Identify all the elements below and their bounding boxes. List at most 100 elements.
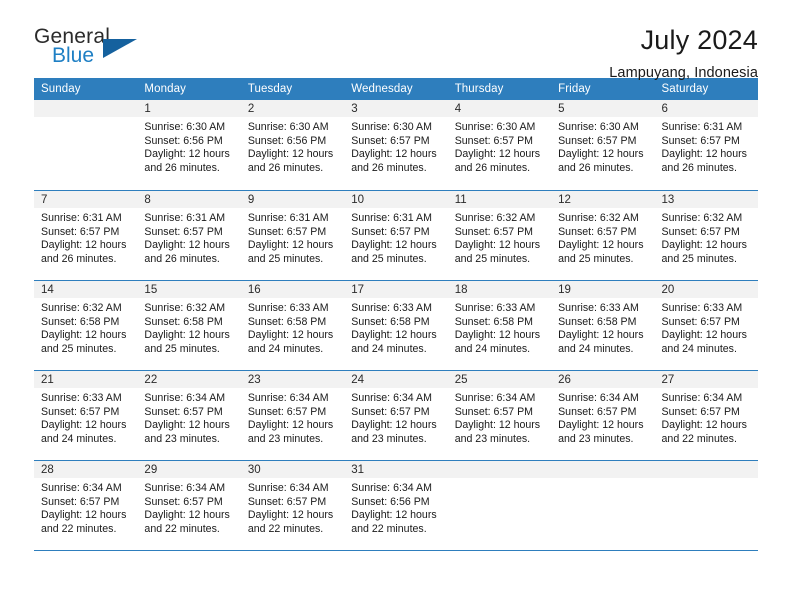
calendar-day-cell[interactable]: 10 Sunrise: 6:31 AM Sunset: 6:57 PM Dayligh… <box>344 190 448 280</box>
calendar-day-cell[interactable]: 3 Sunrise: 6:30 AM Sunset: 6:57 PM Daylight… <box>344 100 448 190</box>
day-sun-info: Sunrise: 6:33 AM Sunset: 6:57 PM Daylight:… <box>655 298 758 356</box>
day-cell-content: 23 Sunrise: 6:34 AM Sunset: 6:57 PM Dayligh… <box>240 370 345 460</box>
sunset-time: Sunset: 6:57 PM <box>247 405 327 418</box>
sunrise-time: Sunrise: 6:34 AM <box>247 482 329 494</box>
day-number: 29 <box>137 461 241 478</box>
calendar-day-cell[interactable]: 8 Sunrise: 6:31 AM Sunset: 6:57 PM Daylight… <box>137 190 241 280</box>
calendar-day-cell[interactable]: 16 Sunrise: 6:33 AM Sunset: 6:58 PM Dayligh… <box>240 280 345 370</box>
sunset-time: Sunset: 6:57 PM <box>454 225 534 238</box>
day-sun-info: Sunrise: 6:34 AM Sunset: 6:57 PM Daylight:… <box>137 478 240 536</box>
daylight-duration-line1: Daylight: 12 hours <box>351 419 437 432</box>
daylight-duration-line1: Daylight: 12 hours <box>558 419 644 432</box>
day-sun-info: Sunrise: 6:34 AM Sunset: 6:57 PM Daylight:… <box>344 388 447 446</box>
day-number: 24 <box>344 371 448 388</box>
sunrise-time: Sunrise: 6:33 AM <box>661 302 743 314</box>
calendar-week-row: 28 Sunrise: 6:34 AM Sunset: 6:57 PM Dayligh… <box>34 460 758 550</box>
daylight-duration-line1: Daylight: 12 hours <box>144 148 230 161</box>
day-number: 1 <box>137 100 241 117</box>
daylight-duration-line1: Daylight: 12 hours <box>558 329 644 342</box>
sunset-time: Sunset: 6:57 PM <box>351 405 430 418</box>
sunrise-time: Sunrise: 6:31 AM <box>351 212 432 224</box>
day-sun-info: Sunrise: 6:33 AM Sunset: 6:57 PM Daylight:… <box>34 388 137 446</box>
title-block: July 2024 Lampuyang, Indonesia <box>609 25 758 81</box>
calendar-day-cell[interactable]: 25 Sunrise: 6:34 AM Sunset: 6:57 PM Dayligh… <box>447 370 552 460</box>
general-blue-logo[interactable]: General Blue <box>34 26 139 74</box>
day-cell-content: 24 Sunrise: 6:34 AM Sunset: 6:57 PM Dayligh… <box>344 370 448 460</box>
day-number: 6 <box>654 100 758 117</box>
day-cell-content: 3 Sunrise: 6:30 AM Sunset: 6:57 PM Daylight… <box>344 100 448 190</box>
calendar-day-cell[interactable]: 5 Sunrise: 6:30 AM Sunset: 6:57 PM Daylight… <box>551 100 655 190</box>
day-number: 7 <box>34 191 138 208</box>
calendar-day-cell[interactable]: 31 Sunrise: 6:34 AM Sunset: 6:56 PM Dayligh… <box>344 460 448 550</box>
calendar-day-cell[interactable]: 18 Sunrise: 6:33 AM Sunset: 6:58 PM Dayligh… <box>447 280 552 370</box>
day-cell-content: 13 Sunrise: 6:32 AM Sunset: 6:57 PM Dayligh… <box>654 190 758 280</box>
day-cell-content: 19 Sunrise: 6:33 AM Sunset: 6:58 PM Dayligh… <box>551 280 655 370</box>
sunrise-time: Sunrise: 6:31 AM <box>144 212 226 224</box>
calendar-day-cell[interactable]: 12 Sunrise: 6:32 AM Sunset: 6:57 PM Dayligh… <box>551 190 655 280</box>
calendar-day-cell[interactable]: 17 Sunrise: 6:33 AM Sunset: 6:58 PM Dayligh… <box>344 280 448 370</box>
calendar-day-cell[interactable]: 22 Sunrise: 6:34 AM Sunset: 6:57 PM Dayligh… <box>137 370 241 460</box>
day-number: 15 <box>137 281 241 298</box>
daylight-duration-line2: and 25 minutes. <box>661 252 737 265</box>
sunset-time: Sunset: 6:57 PM <box>454 405 534 418</box>
day-sun-info: Sunrise: 6:34 AM Sunset: 6:57 PM Daylight:… <box>241 388 344 446</box>
calendar-day-cell[interactable]: 2 Sunrise: 6:30 AM Sunset: 6:56 PM Daylight… <box>240 100 345 190</box>
day-number: 26 <box>551 371 655 388</box>
sunrise-time: Sunrise: 6:30 AM <box>454 121 536 133</box>
calendar-day-cell[interactable]: 24 Sunrise: 6:34 AM Sunset: 6:57 PM Dayligh… <box>344 370 448 460</box>
sunset-time: Sunset: 6:57 PM <box>41 495 120 508</box>
day-cell-content: 18 Sunrise: 6:33 AM Sunset: 6:58 PM Dayligh… <box>447 280 552 370</box>
calendar-week-row: 1 Sunrise: 6:30 AM Sunset: 6:56 PM Daylight… <box>34 100 758 190</box>
sunset-time: Sunset: 6:57 PM <box>41 405 120 418</box>
sunrise-time: Sunrise: 6:34 AM <box>247 392 329 404</box>
calendar-day-cell[interactable]: 14 Sunrise: 6:32 AM Sunset: 6:58 PM Dayligh… <box>34 280 138 370</box>
location-subtitle: Lampuyang, Indonesia <box>609 64 758 81</box>
calendar-day-cell[interactable]: 23 Sunrise: 6:34 AM Sunset: 6:57 PM Dayligh… <box>240 370 345 460</box>
calendar-day-cell[interactable]: 1 Sunrise: 6:30 AM Sunset: 6:56 PM Daylight… <box>137 100 241 190</box>
calendar-day-cell[interactable]: 20 Sunrise: 6:33 AM Sunset: 6:57 PM Dayligh… <box>654 280 758 370</box>
sunset-time: Sunset: 6:58 PM <box>558 315 637 328</box>
calendar-day-cell <box>551 460 655 550</box>
calendar-day-cell[interactable]: 9 Sunrise: 6:31 AM Sunset: 6:57 PM Daylight… <box>240 190 345 280</box>
calendar-day-cell[interactable]: 29 Sunrise: 6:34 AM Sunset: 6:57 PM Dayligh… <box>137 460 241 550</box>
daylight-duration-line1: Daylight: 12 hours <box>661 239 747 252</box>
sunrise-time: Sunrise: 6:34 AM <box>661 392 743 404</box>
calendar-day-cell[interactable]: 19 Sunrise: 6:33 AM Sunset: 6:58 PM Dayligh… <box>551 280 655 370</box>
calendar-day-cell[interactable]: 11 Sunrise: 6:32 AM Sunset: 6:57 PM Dayligh… <box>447 190 552 280</box>
day-sun-info: Sunrise: 6:31 AM Sunset: 6:57 PM Daylight:… <box>344 208 447 266</box>
calendar-day-cell[interactable]: 30 Sunrise: 6:34 AM Sunset: 6:57 PM Dayligh… <box>240 460 345 550</box>
calendar-day-cell <box>654 460 758 550</box>
sunset-time: Sunset: 6:57 PM <box>41 225 120 238</box>
daylight-duration-line2: and 22 minutes. <box>41 522 117 535</box>
day-sun-info: Sunrise: 6:34 AM Sunset: 6:57 PM Daylight:… <box>655 388 758 446</box>
day-number: 13 <box>654 191 758 208</box>
calendar-day-cell[interactable]: 7 Sunrise: 6:31 AM Sunset: 6:57 PM Daylight… <box>34 190 138 280</box>
day-cell-content: 28 Sunrise: 6:34 AM Sunset: 6:57 PM Dayligh… <box>34 460 138 550</box>
day-number: 30 <box>240 461 345 478</box>
page-header: General Blue July 2024 Lampuyang, Indone… <box>0 0 792 81</box>
daylight-duration-line2: and 23 minutes. <box>558 432 634 445</box>
weekday-header-wednesday: Wednesday <box>344 78 448 100</box>
calendar-day-cell[interactable]: 27 Sunrise: 6:34 AM Sunset: 6:57 PM Dayligh… <box>654 370 758 460</box>
sunrise-time: Sunrise: 6:32 AM <box>144 302 226 314</box>
sunrise-time: Sunrise: 6:30 AM <box>351 121 432 133</box>
calendar-day-cell[interactable]: 28 Sunrise: 6:34 AM Sunset: 6:57 PM Dayligh… <box>34 460 138 550</box>
daylight-duration-line1: Daylight: 12 hours <box>144 509 230 522</box>
daylight-duration-line1: Daylight: 12 hours <box>454 239 541 252</box>
day-sun-info: Sunrise: 6:30 AM Sunset: 6:56 PM Daylight:… <box>241 117 344 175</box>
calendar-day-cell[interactable]: 26 Sunrise: 6:34 AM Sunset: 6:57 PM Dayligh… <box>551 370 655 460</box>
day-number: 19 <box>551 281 655 298</box>
weekday-header-sunday: Sunday <box>34 78 138 100</box>
daylight-duration-line1: Daylight: 12 hours <box>454 329 541 342</box>
day-number: 12 <box>551 191 655 208</box>
triangle-logo-icon <box>103 39 137 58</box>
calendar-day-cell[interactable]: 13 Sunrise: 6:32 AM Sunset: 6:57 PM Dayligh… <box>654 190 758 280</box>
calendar-day-cell[interactable]: 6 Sunrise: 6:31 AM Sunset: 6:57 PM Daylight… <box>654 100 758 190</box>
day-number: 20 <box>654 281 758 298</box>
calendar-day-cell[interactable]: 21 Sunrise: 6:33 AM Sunset: 6:57 PM Dayligh… <box>34 370 138 460</box>
sunset-time: Sunset: 6:56 PM <box>351 495 430 508</box>
calendar-day-cell[interactable]: 4 Sunrise: 6:30 AM Sunset: 6:57 PM Daylight… <box>447 100 552 190</box>
page-title: July 2024 <box>640 25 758 55</box>
calendar-day-cell[interactable]: 15 Sunrise: 6:32 AM Sunset: 6:58 PM Dayligh… <box>137 280 241 370</box>
day-sun-info: Sunrise: 6:33 AM Sunset: 6:58 PM Daylight:… <box>448 298 551 356</box>
